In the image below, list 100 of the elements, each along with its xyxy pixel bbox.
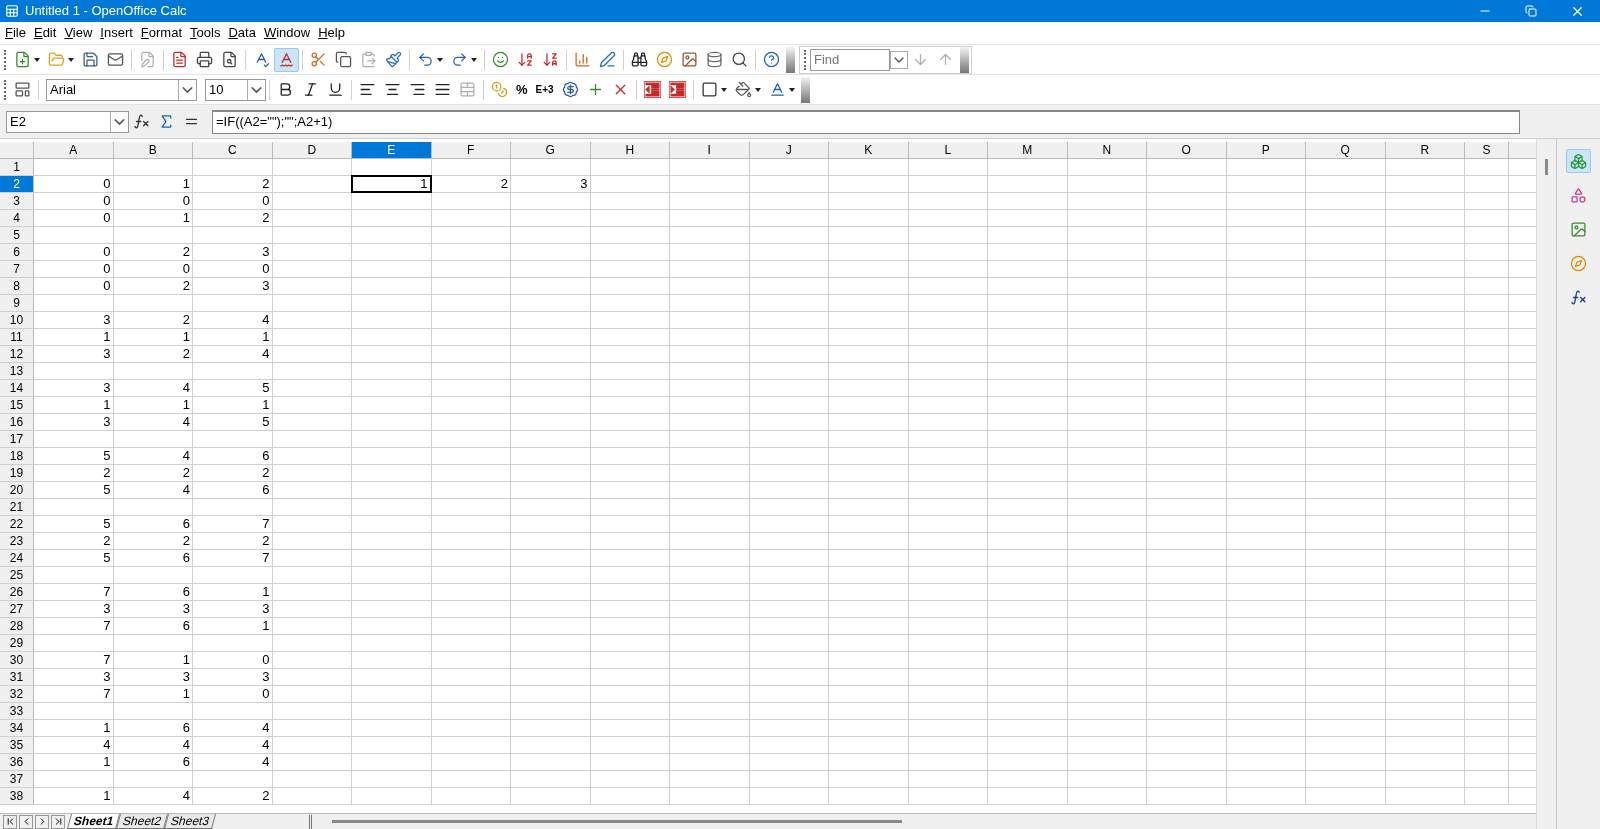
- horizontal-scrollbar[interactable]: [332, 820, 902, 823]
- row-header[interactable]: 31: [0, 669, 34, 685]
- row-header[interactable]: 29: [0, 635, 34, 651]
- toolbar-overflow-handle[interactable]: [786, 46, 795, 73]
- row-header[interactable]: 21: [0, 499, 34, 515]
- table-cell-text: 6: [181, 516, 191, 532]
- row-header[interactable]: 30: [0, 652, 34, 668]
- row-header[interactable]: 16: [0, 414, 34, 430]
- sheet-tab[interactable]: Sheet2: [116, 814, 169, 829]
- row-header[interactable]: 10: [0, 312, 34, 328]
- font-name-field[interactable]: Arial: [46, 78, 197, 101]
- find-field[interactable]: Find: [810, 48, 890, 71]
- column-header[interactable]: O: [1147, 142, 1227, 158]
- column-header[interactable]: I: [670, 142, 750, 158]
- column-header[interactable]: C: [193, 142, 273, 158]
- row-header[interactable]: 13: [0, 363, 34, 379]
- toolbar-overflow-handle[interactable]: [960, 46, 969, 73]
- column-header[interactable]: B: [113, 142, 193, 158]
- row-header[interactable]: 9: [0, 295, 34, 311]
- email-icon: [107, 51, 124, 68]
- row-header[interactable]: 26: [0, 584, 34, 600]
- row-header[interactable]: 32: [0, 686, 34, 702]
- column-header[interactable]: K: [829, 142, 909, 158]
- row-header[interactable]: 6: [0, 244, 34, 260]
- menu-item[interactable]: Data: [225, 23, 259, 43]
- row-header[interactable]: 25: [0, 567, 34, 583]
- menu-item[interactable]: Format: [137, 23, 186, 43]
- row-header[interactable]: 19: [0, 465, 34, 481]
- row-header[interactable]: 35: [0, 737, 34, 753]
- menu-item[interactable]: Help: [315, 23, 348, 43]
- first-sheet-button[interactable]: [3, 814, 17, 829]
- row-header[interactable]: 2: [0, 176, 34, 192]
- justify-icon: [434, 81, 451, 98]
- column-header[interactable]: L: [908, 142, 988, 158]
- row-header[interactable]: 23: [0, 533, 34, 549]
- menu-item[interactable]: File: [2, 23, 29, 43]
- row-header[interactable]: 12: [0, 346, 34, 362]
- row-header[interactable]: 4: [0, 210, 34, 226]
- vertical-scrollbar-thumb[interactable]: [1545, 159, 1548, 175]
- next-sheet-button[interactable]: [35, 814, 49, 829]
- last-sheet-button[interactable]: [51, 814, 65, 829]
- row-header[interactable]: 27: [0, 601, 34, 617]
- row-header[interactable]: 34: [0, 720, 34, 736]
- row-header[interactable]: 14: [0, 380, 34, 396]
- exponent-button[interactable]: E+3: [531, 77, 558, 102]
- row-header[interactable]: 7: [0, 261, 34, 277]
- column-header[interactable]: G: [511, 142, 591, 158]
- column-header[interactable]: E: [352, 142, 432, 158]
- menu-item[interactable]: Insert: [97, 23, 136, 43]
- properties-button[interactable]: [1566, 149, 1591, 173]
- table-cell-text: 0: [181, 193, 191, 209]
- font-size-field[interactable]: 10: [205, 78, 266, 101]
- name-box[interactable]: E2: [6, 110, 129, 133]
- row-header[interactable]: 20: [0, 482, 34, 498]
- table-cell-text: 1: [261, 618, 271, 634]
- row-header[interactable]: 38: [0, 788, 34, 804]
- row-header[interactable]: 5: [0, 227, 34, 243]
- percent-button[interactable]: %: [512, 77, 532, 102]
- row-header[interactable]: 18: [0, 448, 34, 464]
- sheet-tab[interactable]: Sheet3: [164, 814, 217, 829]
- table-cell-text: 1: [102, 754, 112, 770]
- row-header[interactable]: 8: [0, 278, 34, 294]
- row-header[interactable]: 36: [0, 754, 34, 770]
- column-header[interactable]: P: [1226, 142, 1306, 158]
- autospell-button[interactable]: [274, 47, 299, 72]
- column-header[interactable]: H: [590, 142, 670, 158]
- menu-item[interactable]: Tools: [187, 23, 224, 43]
- table-cell-text: 2: [261, 465, 271, 481]
- row-header[interactable]: 11: [0, 329, 34, 345]
- column-header[interactable]: Q: [1306, 142, 1386, 158]
- row-header[interactable]: 37: [0, 771, 34, 787]
- column-header[interactable]: M: [988, 142, 1068, 158]
- row-header[interactable]: 3: [0, 193, 34, 209]
- toolbar-overflow-handle[interactable]: [800, 76, 810, 103]
- menu-item[interactable]: View: [61, 23, 96, 43]
- column-header[interactable]: N: [1067, 142, 1147, 158]
- table-cell-text: 3: [102, 346, 112, 362]
- row-header[interactable]: 1: [0, 159, 34, 175]
- print-icon: [196, 51, 213, 68]
- sheet-tab[interactable]: Sheet1: [67, 814, 121, 829]
- menu-item[interactable]: Window: [260, 23, 314, 43]
- row-header[interactable]: 15: [0, 397, 34, 413]
- app-icon: [5, 4, 19, 18]
- row-header[interactable]: 24: [0, 550, 34, 566]
- column-header[interactable]: R: [1385, 142, 1465, 158]
- previous-sheet-button[interactable]: [19, 814, 33, 829]
- row-header[interactable]: 33: [0, 703, 34, 719]
- column-header[interactable]: A: [34, 142, 114, 158]
- column-header[interactable]: J: [749, 142, 829, 158]
- table-cell-text: 4: [261, 312, 271, 328]
- row-header[interactable]: 17: [0, 431, 34, 447]
- align-right-icon: [409, 81, 426, 98]
- column-header[interactable]: F: [431, 142, 511, 158]
- formula-input[interactable]: =IF((A2="");"";A2+1): [212, 109, 1520, 134]
- menu-item[interactable]: Edit: [30, 23, 60, 43]
- copy-icon: [335, 51, 352, 68]
- row-header[interactable]: 22: [0, 516, 34, 532]
- column-header[interactable]: S: [1465, 142, 1509, 158]
- row-header[interactable]: 28: [0, 618, 34, 634]
- dropdown-icon[interactable]: [890, 50, 908, 69]
